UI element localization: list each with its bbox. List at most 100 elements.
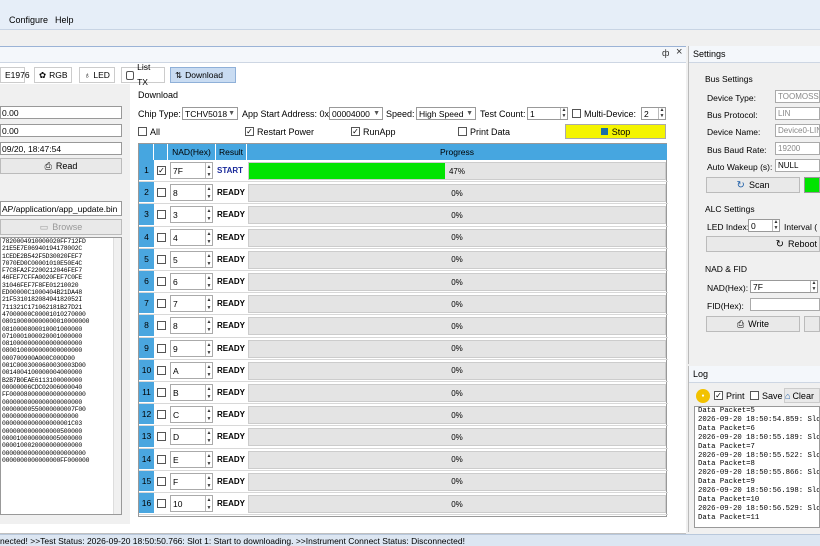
print-data-checkbox[interactable]	[458, 127, 467, 136]
spinner-arrows-icon[interactable]: ▲ ▼	[772, 219, 779, 231]
row-checkbox[interactable]	[157, 277, 166, 286]
wakeup-field[interactable]: NULL	[775, 159, 820, 172]
row-checkbox[interactable]	[157, 476, 166, 486]
table-row[interactable]: 8 8 ▲ ▼ READY 0%	[139, 315, 668, 338]
spinner-arrows-icon[interactable]: ▲ ▼	[560, 107, 567, 119]
row-checkbox[interactable]	[157, 388, 166, 397]
table-row[interactable]: 13 D ▲ ▼ READY 0%	[139, 426, 668, 449]
nad-spinner[interactable]: 8 ▲ ▼	[170, 317, 213, 335]
nad-spinner[interactable]: 10 ▲ ▼	[170, 495, 213, 512]
led-index-spinner[interactable]: 0 ▲ ▼	[748, 219, 780, 232]
nad-spinner[interactable]: D ▲ ▼	[170, 428, 213, 446]
app-address-select[interactable]: 00004000 ▼	[329, 107, 383, 120]
nad-spinner[interactable]: 9 ▲ ▼	[170, 339, 213, 357]
table-row[interactable]: 10 A ▲ ▼ READY 0%	[139, 359, 668, 382]
spinner-arrows-icon[interactable]: ▲ ▼	[205, 274, 212, 289]
device-name-field[interactable]: Device0-LIN	[775, 124, 820, 137]
row-checkbox[interactable]	[157, 454, 166, 464]
nad-spinner[interactable]: E ▲ ▼	[170, 450, 213, 468]
reboot-button[interactable]: ↻ Reboot	[706, 236, 820, 252]
write-button[interactable]: ⎙ Write	[706, 316, 800, 332]
row-checkbox[interactable]	[157, 499, 166, 508]
scan-button[interactable]: ↻ Scan	[706, 177, 800, 193]
hex-scrollbar[interactable]	[113, 238, 121, 514]
all-checkbox[interactable]	[138, 127, 147, 136]
device-type-field[interactable]: TOOMOSS	[775, 90, 820, 103]
table-row[interactable]: 7 7 ▲ ▼ READY 0%	[139, 293, 668, 316]
table-row[interactable]: 1 ✓ 7F ▲ ▼ START 47%	[139, 160, 668, 183]
row-checkbox[interactable]	[157, 210, 166, 220]
table-row[interactable]: 6 6 ▲ ▼ READY 0%	[139, 271, 668, 294]
runapp-checkbox[interactable]: ✓	[351, 127, 360, 136]
nad-spinner[interactable]: 7F ▲ ▼	[750, 280, 818, 293]
table-row[interactable]: 9 9 ▲ ▼ READY 0%	[139, 337, 668, 360]
spinner-arrows-icon[interactable]: ▲ ▼	[205, 385, 212, 400]
tab-list-tx[interactable]: List TX	[121, 62, 165, 87]
spinner-arrows-icon[interactable]: ▲ ▼	[205, 496, 212, 511]
nad-spinner[interactable]: A ▲ ▼	[170, 361, 213, 379]
speed-select[interactable]: High Speed ▼	[416, 107, 476, 120]
row-checkbox[interactable]	[157, 232, 166, 242]
bus-protocol-field[interactable]: LIN	[775, 107, 820, 120]
row-checkbox[interactable]	[157, 365, 166, 375]
spinner-arrows-icon[interactable]: ▲ ▼	[205, 251, 212, 267]
close-icon[interactable]: ×	[676, 46, 682, 58]
nad-spinner[interactable]: 7F ▲ ▼	[170, 162, 213, 179]
row-checkbox[interactable]: ✓	[157, 166, 166, 175]
tab-download[interactable]: ⇅ Download	[170, 67, 236, 83]
row-checkbox[interactable]	[157, 410, 166, 420]
spinner-arrows-icon[interactable]: ▲ ▼	[205, 296, 212, 312]
spinner-arrows-icon[interactable]: ▲ ▼	[205, 429, 212, 445]
nad-spinner[interactable]: B ▲ ▼	[170, 384, 213, 401]
table-row[interactable]: 15 F ▲ ▼ READY 0%	[139, 470, 668, 493]
table-row[interactable]: 12 C ▲ ▼ READY 0%	[139, 404, 668, 427]
clear-button[interactable]: ⌂ Clear	[784, 388, 820, 403]
spinner-arrows-icon[interactable]: ▲ ▼	[205, 407, 212, 423]
table-row[interactable]: 11 B ▲ ▼ READY 0%	[139, 382, 668, 405]
menu-help[interactable]: Help	[55, 15, 74, 25]
nad-spinner[interactable]: 8 ▲ ▼	[170, 184, 213, 202]
tab-rgb[interactable]: ✿ RGB	[34, 67, 72, 83]
row-checkbox[interactable]	[157, 321, 166, 331]
table-row[interactable]: 2 8 ▲ ▼ READY 0%	[139, 182, 668, 205]
baud-rate-field[interactable]: 19200	[775, 142, 820, 155]
row-checkbox[interactable]	[157, 432, 166, 442]
fid-field[interactable]	[750, 298, 820, 311]
browse-button[interactable]: ▭ Browse	[0, 219, 122, 235]
nad-spinner[interactable]: 3 ▲ ▼	[170, 206, 213, 224]
spinner-arrows-icon[interactable]: ▲ ▼	[205, 340, 212, 356]
spinner-arrows-icon[interactable]: ▲ ▼	[205, 451, 212, 467]
nad-spinner[interactable]: C ▲ ▼	[170, 406, 213, 424]
extra-button[interactable]	[804, 316, 820, 332]
nad-spinner[interactable]: F ▲ ▼	[170, 472, 213, 490]
spinner-arrows-icon[interactable]: ▲ ▼	[205, 473, 212, 489]
spinner-arrows-icon[interactable]: ▲ ▼	[205, 318, 212, 334]
spinner-arrows-icon[interactable]: ▲ ▼	[658, 107, 665, 119]
header-check[interactable]	[154, 144, 168, 160]
row-checkbox[interactable]	[157, 299, 166, 309]
read-button[interactable]: ⎙ Read	[0, 158, 122, 174]
stop-button[interactable]: Stop	[565, 124, 666, 139]
restart-power-checkbox[interactable]: ✓	[245, 127, 254, 136]
test-count-spinner[interactable]: 1 ▲ ▼	[527, 107, 568, 120]
print-checkbox[interactable]: ✓	[714, 391, 723, 400]
spinner-arrows-icon[interactable]: ▲ ▼	[810, 280, 817, 292]
row-checkbox[interactable]	[157, 188, 166, 198]
table-row[interactable]: 14 E ▲ ▼ READY 0%	[139, 448, 668, 471]
tab-e1976[interactable]: E1976	[0, 67, 30, 83]
multi-device-spinner[interactable]: 2 ▲ ▼	[641, 107, 666, 120]
save-checkbox[interactable]	[750, 391, 759, 400]
spinner-arrows-icon[interactable]: ▲ ▼	[205, 207, 212, 223]
row-checkbox[interactable]	[157, 343, 166, 353]
spinner-arrows-icon[interactable]: ▲ ▼	[205, 229, 212, 245]
spinner-arrows-icon[interactable]: ▲ ▼	[205, 362, 212, 378]
nad-spinner[interactable]: 5 ▲ ▼	[170, 250, 213, 268]
row-checkbox[interactable]	[157, 254, 166, 264]
table-row[interactable]: 3 3 ▲ ▼ READY 0%	[139, 204, 668, 227]
menu-configure[interactable]: Configure	[9, 15, 48, 25]
hex-view[interactable]: 7820004910000020FF712FD 21E5E7E0694019417…	[0, 237, 122, 515]
table-row[interactable]: 16 10 ▲ ▼ READY 0%	[139, 493, 668, 516]
file-path-field[interactable]: AP/application/app_update.bin	[0, 201, 122, 216]
nad-spinner[interactable]: 7 ▲ ▼	[170, 295, 213, 313]
chip-type-select[interactable]: TCHV5018 ▼	[182, 107, 238, 120]
